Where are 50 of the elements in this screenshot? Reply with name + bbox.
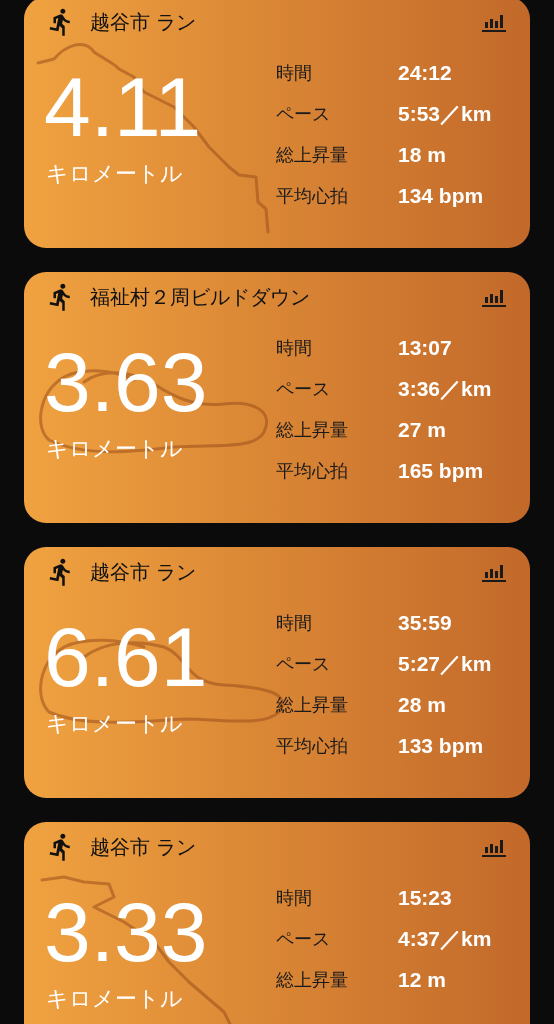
distance-value: 4.11 — [44, 65, 202, 149]
workout-title: 越谷市 ラン — [90, 837, 196, 857]
stat-label: ペース — [276, 102, 331, 126]
stat-label: 時間 — [276, 611, 313, 635]
stat-value: 13:07 — [398, 335, 452, 362]
stat-label: 総上昇量 — [276, 143, 349, 167]
workout-card[interactable]: 越谷市 ラン 3.33 キロメートル 時間 15:23 ペース 4:37／km 総上昇量 12 m — [24, 822, 530, 1024]
distance-value: 3.33 — [44, 890, 208, 974]
distance-unit: キロメートル — [46, 163, 183, 185]
workout-title: 越谷市 ラン — [90, 562, 196, 582]
stat-value: 165 bpm — [398, 458, 484, 485]
bar-chart-icon[interactable] — [482, 562, 506, 582]
stat-label: 平均心拍 — [276, 459, 349, 483]
stat-value: 24:12 — [398, 60, 452, 87]
stat-value: 4:37／km — [398, 926, 492, 953]
stat-value: 5:27／km — [398, 651, 492, 678]
stat-label: ペース — [276, 927, 331, 951]
stat-label: ペース — [276, 377, 331, 401]
stat-value: 27 m — [398, 417, 446, 444]
stat-value: 28 m — [398, 692, 446, 719]
bar-chart-icon[interactable] — [482, 837, 506, 857]
stat-label: 総上昇量 — [276, 693, 349, 717]
distance-unit: キロメートル — [46, 988, 183, 1010]
workout-card[interactable]: 越谷市 ラン 4.11 キロメートル 時間 24:12 ペース 5:53／km 総上昇量 18 m 平均心拍 134 bpm — [24, 0, 530, 248]
stat-label: 総上昇量 — [276, 968, 349, 992]
stat-value: 133 bpm — [398, 733, 484, 760]
stat-label: 時間 — [276, 336, 313, 360]
bar-chart-icon[interactable] — [482, 12, 506, 32]
stat-value: 35:59 — [398, 610, 452, 637]
stat-label: 総上昇量 — [276, 418, 349, 442]
workout-title: 越谷市 ラン — [90, 12, 196, 32]
bar-chart-icon[interactable] — [482, 287, 506, 307]
workout-card[interactable]: 越谷市 ラン 6.61 キロメートル 時間 35:59 ペース 5:27／km 総上昇量 28 m 平均心拍 133 bpm — [24, 547, 530, 798]
workout-title: 福祉村２周ビルドダウン — [90, 287, 310, 307]
stat-value: 5:53／km — [398, 101, 492, 128]
stat-value: 12 m — [398, 967, 446, 994]
stat-label: 平均心拍 — [276, 184, 349, 208]
distance-value: 6.61 — [44, 615, 208, 699]
stat-value: 18 m — [398, 142, 446, 169]
stat-label: ペース — [276, 652, 331, 676]
stat-label: 時間 — [276, 886, 313, 910]
stat-label: 時間 — [276, 61, 313, 85]
distance-unit: キロメートル — [46, 438, 183, 460]
stat-value: 134 bpm — [398, 183, 484, 210]
stat-label: 平均心拍 — [276, 734, 349, 758]
workout-card[interactable]: 福祉村２周ビルドダウン 3.63 キロメートル 時間 13:07 ペース 3:36／km 総上昇量 27 m 平均心拍 165 bpm — [24, 272, 530, 523]
distance-unit: キロメートル — [46, 713, 183, 735]
stat-value: 3:36／km — [398, 376, 492, 403]
distance-value: 3.63 — [44, 340, 208, 424]
stat-value: 15:23 — [398, 885, 452, 912]
